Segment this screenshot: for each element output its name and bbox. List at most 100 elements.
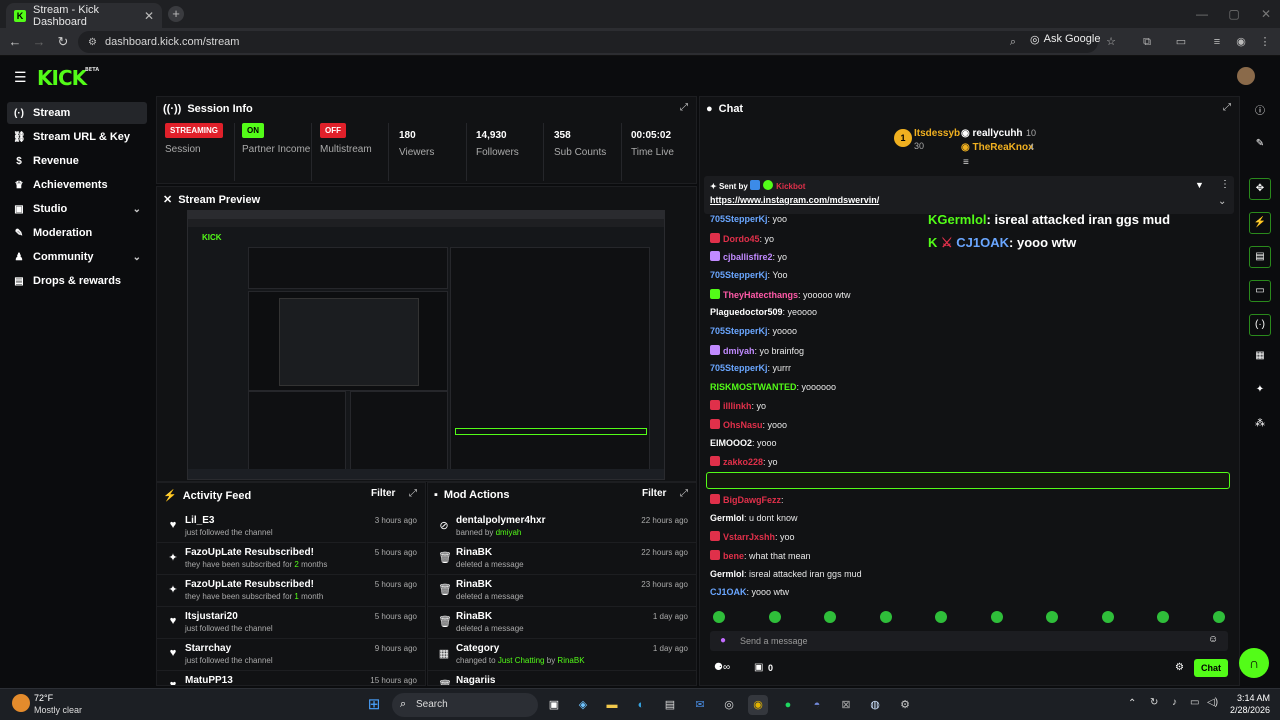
chat-username[interactable]: TheyHatecthangs	[723, 290, 798, 300]
chat-username[interactable]: Plaguedoctor509	[710, 307, 783, 317]
emote-icon[interactable]	[1157, 611, 1169, 623]
sync-icon[interactable]: ↻	[1150, 697, 1158, 708]
emote-icon[interactable]	[990, 611, 1003, 623]
lightning-icon[interactable]: ⚡	[1249, 212, 1271, 234]
bookmark-star-icon[interactable]: ☆	[1104, 35, 1118, 49]
stream-preview-video[interactable]: KICK	[187, 210, 665, 480]
clock-time[interactable]: 3:14 AM	[1226, 693, 1270, 703]
address-bar[interactable]: ⚙ dashboard.kick.com/stream	[78, 31, 1098, 53]
microphone-icon[interactable]: ●	[720, 635, 726, 646]
chat-username[interactable]: 705StepperKj	[710, 326, 768, 336]
volume-icon[interactable]: ◁)	[1207, 697, 1218, 708]
emote-icon[interactable]	[1212, 611, 1225, 623]
chat-username[interactable]: Germlol	[710, 513, 744, 523]
community-icon[interactable]: ⁂	[1249, 414, 1271, 436]
activity-filter-button[interactable]: Filter	[371, 488, 395, 499]
steam-icon[interactable]: ◍	[865, 695, 885, 715]
edit-icon[interactable]: ✎	[1249, 134, 1271, 156]
chat-username[interactable]: VstarrJxshh	[723, 532, 775, 542]
sidebar-item-community[interactable]: ♟ Community ⌄	[7, 246, 147, 268]
chat-username[interactable]: 705StepperKj	[710, 363, 768, 373]
profile-icon[interactable]: ◉	[1234, 35, 1248, 49]
top-gifter-2[interactable]: ◉ reallycuhh	[961, 128, 1023, 139]
more-options-icon[interactable]: ⋮	[1220, 179, 1230, 190]
xbox-icon[interactable]: ⊠	[836, 695, 856, 715]
clock-date[interactable]: 2/28/2026	[1222, 705, 1270, 715]
chevron-down-icon[interactable]: ⌄	[133, 252, 141, 263]
chat-username[interactable]: RISKMOSTWANTED	[710, 382, 797, 392]
cast-icon[interactable]: ▭	[1174, 35, 1188, 49]
hamburger-icon[interactable]: ☰	[14, 69, 27, 86]
message-input[interactable]: ● Send a message ☺	[710, 631, 1228, 651]
media-icon[interactable]: ≡	[1210, 35, 1224, 49]
chat-username[interactable]: illlinkh	[723, 401, 752, 411]
file-explorer-icon[interactable]: ▬	[602, 695, 622, 715]
sidebar-item-drops-rewards[interactable]: ▤ Drops & rewards	[7, 270, 147, 292]
broadcast-icon[interactable]: (·)	[1249, 314, 1271, 336]
pinned-link[interactable]: https://www.instagram.com/mdswervin/	[710, 195, 879, 205]
collapse-icon[interactable]: ≡	[963, 157, 969, 168]
mic-icon[interactable]: ♪	[1172, 697, 1177, 708]
forward-icon[interactable]: →	[31, 34, 47, 50]
sidebar-item-studio[interactable]: ▣ Studio ⌄	[7, 198, 147, 220]
menu-icon[interactable]: ⋮	[1258, 35, 1272, 49]
wrench-icon[interactable]: ✦	[1249, 380, 1271, 402]
emote-icon[interactable]	[713, 611, 725, 623]
chat-username[interactable]: dmiyah	[723, 346, 755, 356]
chevron-down-icon[interactable]: ⌄	[133, 204, 141, 215]
chat-username[interactable]: EIMOOO2	[710, 438, 752, 448]
help-headset-icon[interactable]: ∩	[1239, 648, 1269, 678]
mail-icon[interactable]: ✉	[690, 695, 710, 715]
windows-start-icon[interactable]: ⊞	[364, 695, 384, 715]
sidebar-item-moderation[interactable]: ✎ Moderation	[7, 222, 147, 244]
edge-icon[interactable]: ◐	[631, 695, 651, 715]
emote-icon[interactable]	[1046, 611, 1058, 623]
emote-icon[interactable]	[935, 611, 947, 623]
new-tab-button[interactable]: +	[168, 6, 184, 22]
sidebar-item-stream[interactable]: (·) Stream	[7, 102, 147, 124]
chat-username[interactable]: bene	[723, 551, 744, 561]
taskbar-search[interactable]: ⌕ Search	[392, 693, 538, 717]
store-icon[interactable]: ▤	[660, 695, 680, 715]
spotify-icon[interactable]: ●	[778, 695, 798, 715]
layout-icon[interactable]: ▦	[1249, 346, 1271, 368]
sidebar-item-revenue[interactable]: $ Revenue	[7, 150, 147, 172]
settings-icon[interactable]: ⚙	[895, 695, 915, 715]
expand-icon[interactable]: ⤢	[680, 488, 688, 499]
document-icon[interactable]: ▤	[1249, 246, 1271, 268]
chat-username[interactable]: BigDawgFezz	[723, 495, 781, 505]
chat-username[interactable]: Dordo45	[723, 234, 760, 244]
weather-icon[interactable]	[12, 694, 30, 712]
chevron-up-icon[interactable]: ⌃	[1128, 698, 1136, 709]
kick-logo[interactable]: KICK BETA	[37, 66, 99, 90]
top-gifter-name[interactable]: Itsdessyb	[914, 128, 960, 139]
reload-icon[interactable]: ↻	[55, 34, 71, 50]
zoom-icon[interactable]: ⌕	[1006, 35, 1020, 49]
task-view-icon[interactable]: ▣	[544, 695, 564, 715]
sidebar-item-achievements[interactable]: ♛ Achievements	[7, 174, 147, 196]
gift-icon[interactable]: ▣	[754, 662, 763, 673]
close-window-button[interactable]: ✕	[1246, 0, 1280, 28]
emote-icon[interactable]	[1101, 611, 1114, 623]
chrome-icon[interactable]: ◉	[748, 695, 768, 715]
chat-username[interactable]: cjballisfire2	[723, 252, 773, 262]
chat-settings-icon[interactable]: ⚙	[1175, 662, 1184, 673]
emote-icon[interactable]	[824, 611, 836, 623]
pin-toggle-icon[interactable]: ▼	[1195, 180, 1204, 190]
sidebar-item-stream-url-key[interactable]: ⛓ Stream URL & Key	[7, 126, 147, 148]
browser-tab[interactable]: K Stream - Kick Dashboard ✕	[6, 3, 162, 28]
close-tab-icon[interactable]: ✕	[144, 9, 154, 23]
chat-username[interactable]: OhsNasu	[723, 420, 763, 430]
chat-icon[interactable]: ▭	[1249, 280, 1271, 302]
chat-username[interactable]: zakko228	[723, 457, 763, 467]
target-icon[interactable]: ✥	[1249, 178, 1271, 200]
emote-icon[interactable]	[879, 611, 892, 623]
info-icon[interactable]: ⓘ	[1249, 102, 1271, 124]
emoji-icon[interactable]: ☺	[1208, 634, 1218, 645]
top-gifter-3[interactable]: ◉ TheReaKnox	[961, 142, 1034, 153]
copilot-icon[interactable]: ◈	[573, 695, 593, 715]
chat-username[interactable]: 705StepperKj	[710, 270, 768, 280]
chat-username[interactable]: CJ1OAK	[710, 587, 747, 597]
game-icon[interactable]: ◎	[719, 695, 739, 715]
chevron-down-icon[interactable]: ⌄	[1218, 196, 1226, 207]
